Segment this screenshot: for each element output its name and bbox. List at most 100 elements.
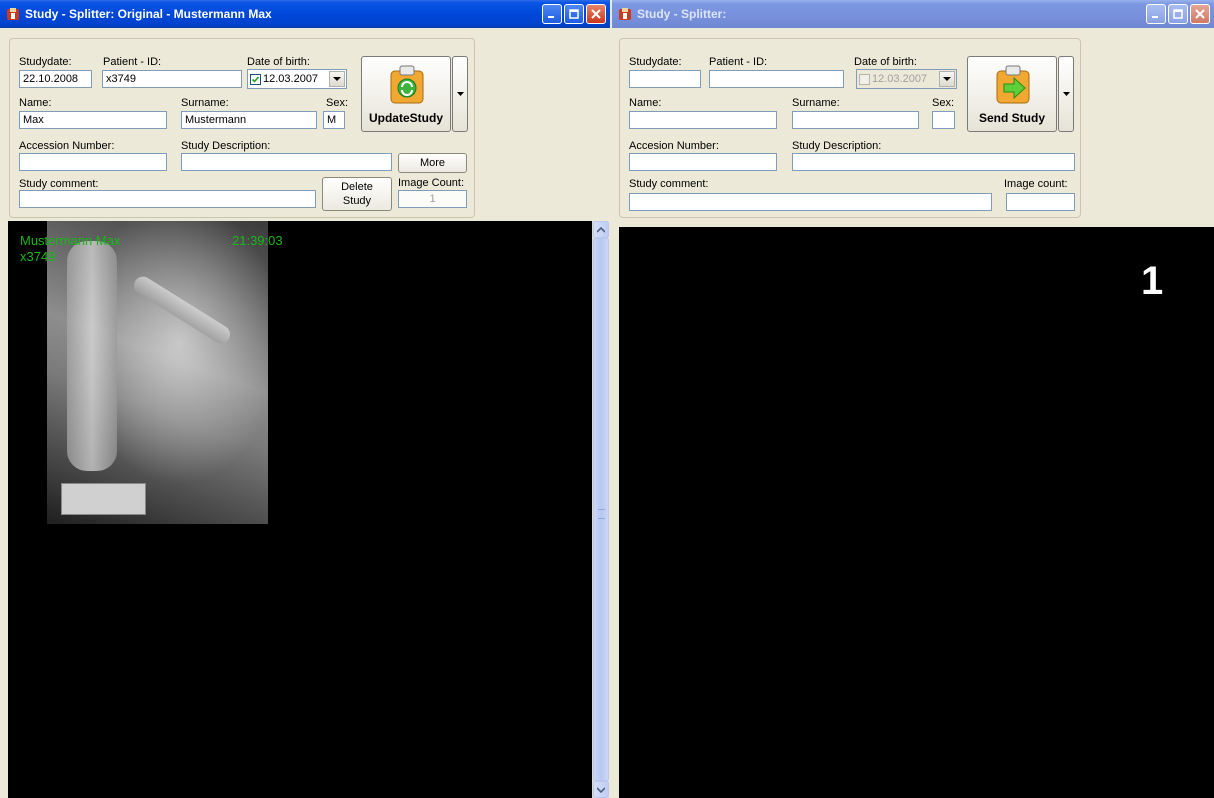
close-icon xyxy=(1195,9,1205,19)
patient-id-field[interactable]: x3749 xyxy=(102,70,242,88)
surname-label: Surname: xyxy=(181,97,229,109)
send-study-button[interactable]: Send Study xyxy=(967,56,1057,132)
scroll-down-button[interactable] xyxy=(593,781,609,798)
chevron-down-icon xyxy=(333,77,341,81)
chevron-down-icon xyxy=(597,786,605,793)
dob-checkbox[interactable] xyxy=(859,73,870,85)
dob-dropdown-button[interactable] xyxy=(329,71,345,87)
checkmark-icon xyxy=(251,75,260,83)
studydate-label: Studydate: xyxy=(629,56,682,68)
name-label: Name: xyxy=(629,97,662,109)
dob-picker[interactable]: 12.03.2007 xyxy=(856,69,957,89)
clipboard-recycle-icon xyxy=(390,65,424,104)
chevron-down-icon xyxy=(456,91,464,96)
chevron-up-icon xyxy=(597,226,605,233)
scroll-thumb[interactable] xyxy=(593,238,609,781)
send-study-label: Send Study xyxy=(978,111,1045,125)
right-study-info-panel: Studydate: Patient - ID: Date of birth: … xyxy=(619,38,1081,218)
accession-field[interactable] xyxy=(629,153,777,171)
image-count-field: 1 xyxy=(398,190,467,208)
overlay-time: 21:39:03 xyxy=(232,233,283,248)
maximize-icon xyxy=(1173,9,1183,19)
chevron-down-icon xyxy=(1062,91,1070,96)
update-study-dropdown[interactable] xyxy=(452,56,468,132)
study-comment-label: Study comment: xyxy=(19,178,99,190)
delete-study-label-1: Delete xyxy=(341,181,373,193)
left-title-bar[interactable]: Study - Splitter: Original - Mustermann … xyxy=(0,0,610,28)
left-study-window: Study - Splitter: Original - Mustermann … xyxy=(0,0,610,798)
sex-field[interactable] xyxy=(932,111,955,129)
accession-field[interactable] xyxy=(19,153,167,171)
chevron-down-icon xyxy=(943,77,951,81)
close-button[interactable] xyxy=(586,4,606,24)
right-title-bar[interactable]: Study - Splitter: xyxy=(612,0,1214,28)
overlay-patient-name: Mustermann Max xyxy=(20,233,121,248)
update-study-button[interactable]: UpdateStudy xyxy=(361,56,451,132)
sex-label: Sex: xyxy=(932,97,955,109)
studydate-field[interactable] xyxy=(629,70,701,88)
maximize-icon xyxy=(569,9,579,19)
more-button[interactable]: More xyxy=(398,153,467,173)
maximize-button[interactable] xyxy=(1168,4,1188,24)
dob-dropdown-button[interactable] xyxy=(939,71,955,87)
study-comment-field[interactable] xyxy=(629,193,992,211)
left-window-title: Study - Splitter: Original - Mustermann … xyxy=(25,7,272,21)
sex-field[interactable]: M xyxy=(323,111,345,129)
dob-label: Date of birth: xyxy=(854,56,917,68)
name-field[interactable]: Max xyxy=(19,111,167,129)
surname-label: Surname: xyxy=(792,97,840,109)
patient-id-field[interactable] xyxy=(709,70,844,88)
close-icon xyxy=(591,9,601,19)
xray-bone xyxy=(130,273,234,347)
viewer-scrollbar[interactable] xyxy=(592,221,609,798)
image-count-label: Image count: xyxy=(1004,178,1068,190)
name-field[interactable] xyxy=(629,111,777,129)
xray-film-label xyxy=(61,483,146,515)
study-comment-label: Study comment: xyxy=(629,178,709,190)
right-study-window: Study - Splitter: Studydate: Patient - I… xyxy=(612,0,1214,798)
studydate-label: Studydate: xyxy=(19,56,72,68)
accession-label: Accesion Number: xyxy=(629,140,719,152)
studydate-field[interactable]: 22.10.2008 xyxy=(19,70,92,88)
image-count-label: Image Count: xyxy=(398,177,465,189)
dob-picker[interactable]: 12.03.2007 xyxy=(247,69,347,89)
dob-value: 12.03.2007 xyxy=(872,73,928,85)
minimize-button[interactable] xyxy=(542,4,562,24)
accession-label: Accession Number: xyxy=(19,140,115,152)
surname-field[interactable]: Mustermann xyxy=(181,111,317,129)
overlay-patient-id: x3749 xyxy=(20,249,56,264)
patient-id-label: Patient - ID: xyxy=(103,56,162,68)
study-description-field[interactable] xyxy=(181,153,392,171)
image-count-field xyxy=(1006,193,1075,211)
study-comment-field[interactable] xyxy=(19,190,316,208)
grip-icon xyxy=(598,509,605,519)
left-image-viewer[interactable]: Mustermann Max x3749 21:39:03 xyxy=(8,221,592,798)
patient-id-label: Patient - ID: xyxy=(709,56,768,68)
send-study-dropdown[interactable] xyxy=(1058,56,1074,132)
minimize-button[interactable] xyxy=(1146,4,1166,24)
minimize-icon xyxy=(1152,16,1158,18)
image-number: 1 xyxy=(1141,259,1164,303)
study-description-label: Study Description: xyxy=(181,140,271,152)
maximize-button[interactable] xyxy=(564,4,584,24)
dob-checkbox[interactable] xyxy=(250,73,261,85)
xray-spine xyxy=(67,241,117,471)
delete-study-label-2: Study xyxy=(342,195,372,207)
clipboard-arrow-icon xyxy=(996,65,1030,104)
right-window-title: Study - Splitter: xyxy=(637,7,727,21)
dob-value: 12.03.2007 xyxy=(263,73,319,85)
name-label: Name: xyxy=(19,97,52,109)
sex-label: Sex: xyxy=(326,97,349,109)
study-description-field[interactable] xyxy=(792,153,1075,171)
surname-field[interactable] xyxy=(792,111,919,129)
delete-study-button[interactable]: Delete Study xyxy=(322,177,392,211)
app-icon xyxy=(619,8,631,20)
minimize-icon xyxy=(548,16,554,18)
right-image-viewer[interactable]: 1 xyxy=(619,227,1214,798)
dob-label: Date of birth: xyxy=(247,56,310,68)
close-button[interactable] xyxy=(1190,4,1210,24)
xray-image xyxy=(47,221,268,524)
app-icon xyxy=(7,8,19,20)
update-study-label: UpdateStudy xyxy=(368,111,443,125)
scroll-up-button[interactable] xyxy=(593,221,609,238)
